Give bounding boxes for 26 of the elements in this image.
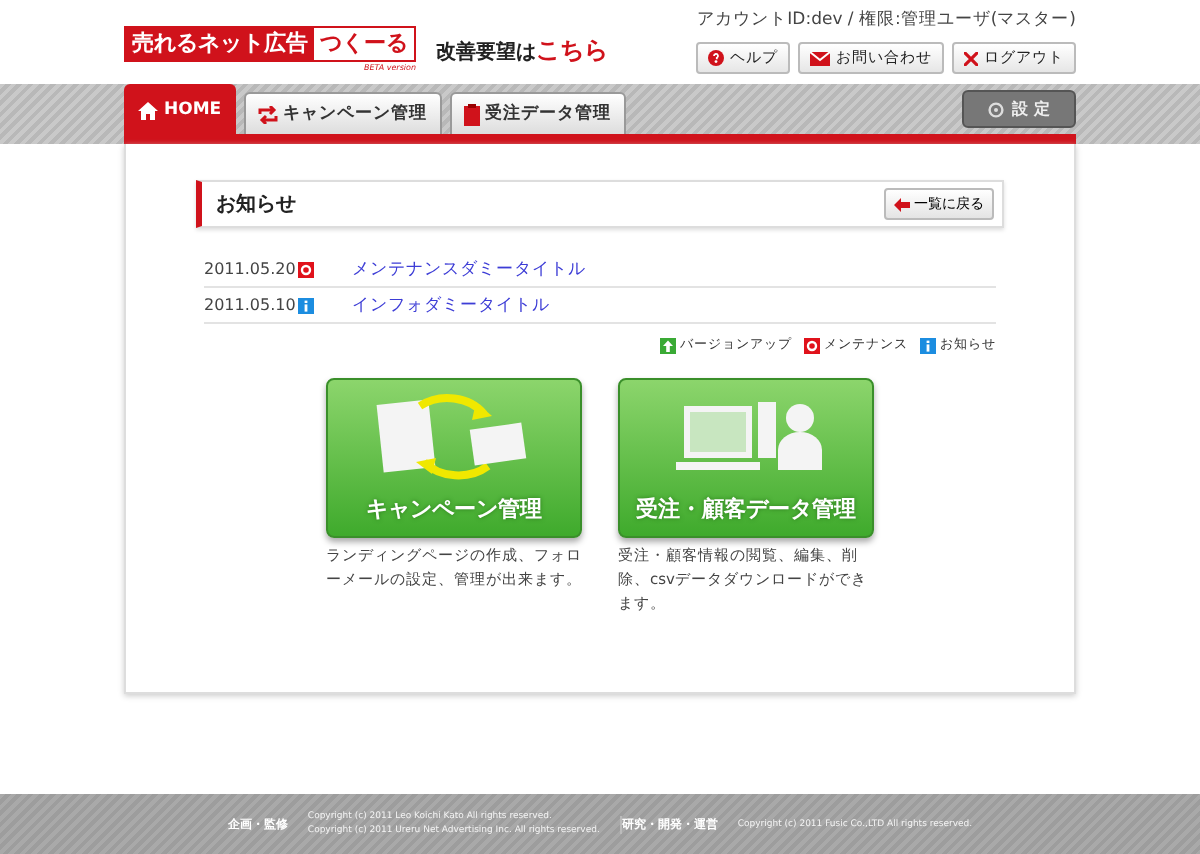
- up-arrow-icon: [660, 337, 676, 353]
- home-icon: [138, 101, 158, 119]
- close-icon: [964, 51, 978, 65]
- info-icon: [920, 337, 936, 353]
- info-icon: [298, 297, 314, 313]
- nav-tab[interactable]: 受注データ管理: [449, 92, 626, 134]
- nav-tab[interactable]: HOME: [124, 84, 236, 134]
- clipboard-icon: [463, 103, 480, 125]
- section-title: お知らせ: [216, 191, 296, 218]
- mail-icon: [810, 51, 830, 65]
- news-link[interactable]: インフォダミータイトル: [352, 293, 550, 317]
- settings-icon: [988, 101, 1005, 117]
- settings-button[interactable]: 設 定: [962, 90, 1076, 128]
- refresh-icon: [257, 105, 278, 123]
- left-arrow-icon: [894, 197, 910, 211]
- feedback-link[interactable]: こちら: [536, 34, 608, 68]
- feedback-text: 改善要望は: [436, 38, 536, 66]
- gear-icon: [298, 261, 314, 277]
- news-date: 2011.05.10: [204, 296, 292, 314]
- nav-tab[interactable]: キャンペーン管理: [243, 92, 442, 134]
- news-link[interactable]: メンテナンスダミータイトル: [352, 257, 586, 281]
- news-date: 2011.05.20: [204, 260, 292, 278]
- gear-icon: [804, 337, 820, 353]
- logo: 売れるネット広告 つくーる: [124, 26, 416, 62]
- help-icon: [708, 50, 724, 66]
- account-info: アカウントID:dev / 権限:管理ユーザ(マスター): [697, 8, 1076, 32]
